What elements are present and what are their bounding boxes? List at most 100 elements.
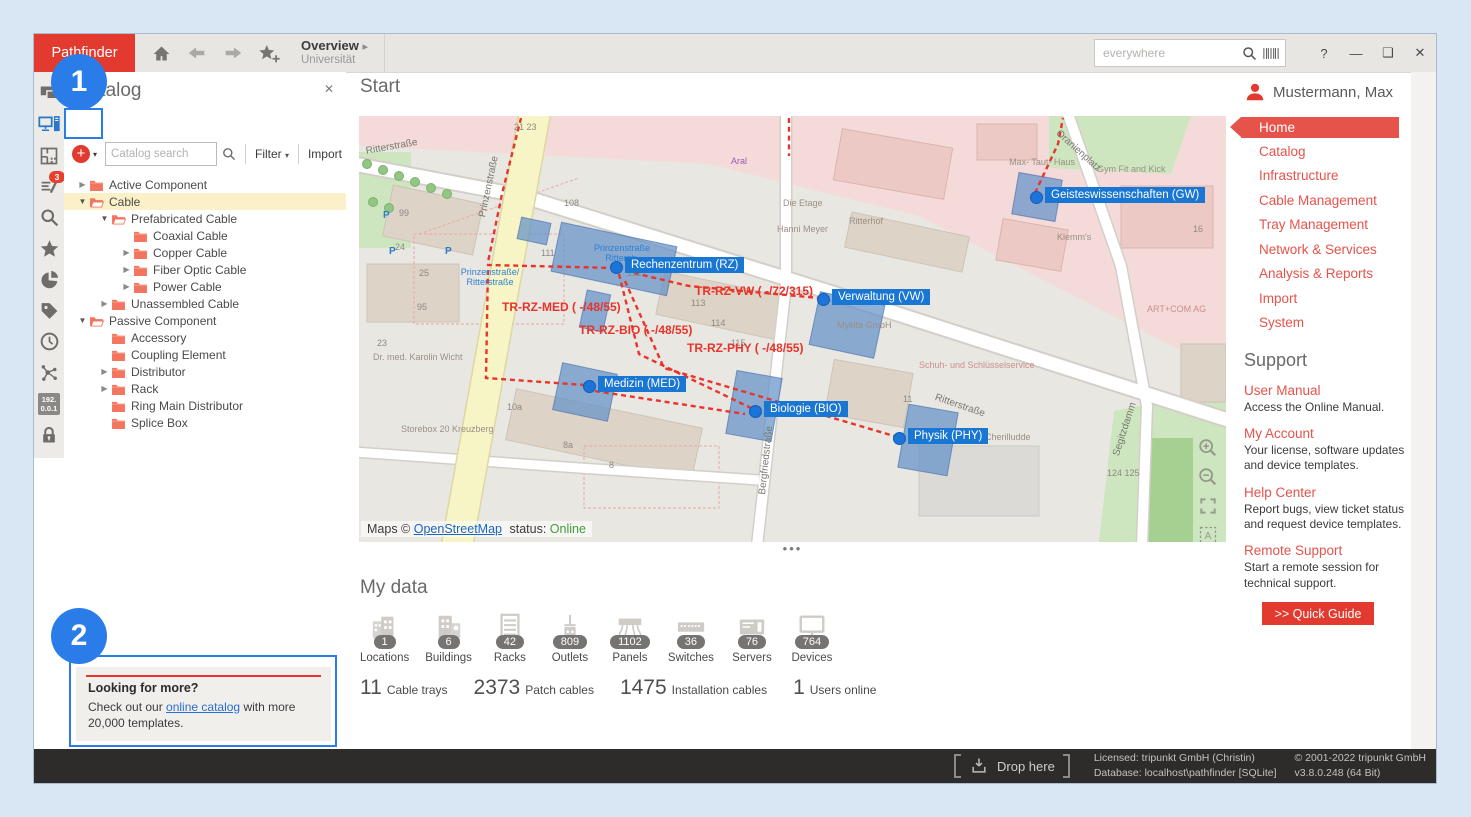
sidebar-item-cable-management[interactable]: Cable Management	[1241, 189, 1411, 214]
building-marker-label[interactable]: Verwaltung (VW)	[832, 289, 930, 305]
catalog-search-input[interactable]	[105, 142, 217, 166]
rail-floorplan-icon[interactable]	[34, 140, 64, 171]
counter-buildings: 6Buildings	[425, 612, 472, 664]
sidebar-item-tray-management[interactable]: Tray Management	[1241, 213, 1411, 238]
openstreetmap-link[interactable]: OpenStreetMap	[414, 522, 502, 536]
building-marker-label[interactable]: Rechenzentrum (RZ)	[625, 257, 744, 273]
support-link[interactable]: My Account	[1244, 426, 1411, 441]
collapsed-arrow-icon[interactable]: ▶	[120, 265, 133, 274]
folder-icon	[111, 298, 126, 310]
drop-zone[interactable]: Drop here	[954, 754, 1070, 778]
counter-label: Devices	[791, 652, 832, 664]
filter-button[interactable]: Filter ▾	[251, 147, 293, 161]
zoom-out-icon[interactable]	[1196, 465, 1220, 489]
restore-button[interactable]: ❏	[1372, 34, 1404, 72]
collapsed-arrow-icon[interactable]: ▶	[76, 180, 89, 189]
cable-route-label: TR-RZ-BIO ( -/48/55)	[579, 323, 692, 337]
rail-clock-icon[interactable]	[34, 326, 64, 357]
sidebar-item-network-services[interactable]: Network & Services	[1241, 238, 1411, 263]
collapsed-arrow-icon[interactable]: ▶	[98, 367, 111, 376]
chevron-down-icon: ▾	[285, 151, 289, 160]
tree-item[interactable]: Accessory	[64, 329, 346, 346]
building-marker-label[interactable]: Medizin (MED)	[598, 376, 686, 392]
collapsed-arrow-icon[interactable]: ▶	[120, 248, 133, 257]
global-search-input[interactable]	[1101, 45, 1241, 61]
tree-item[interactable]: Coaxial Cable	[64, 227, 346, 244]
rail-ip-icon[interactable]: 192.0.0.1	[34, 388, 64, 419]
close-button[interactable]: ✕	[1404, 34, 1436, 72]
quick-guide-button[interactable]: >> Quick Guide	[1262, 602, 1374, 625]
tree-item[interactable]: ▶Unassembled Cable	[64, 295, 346, 312]
fullscreen-icon[interactable]	[1196, 494, 1220, 518]
collapsed-arrow-icon[interactable]: ▶	[98, 299, 111, 308]
expanded-arrow-icon[interactable]: ▼	[98, 214, 111, 223]
map-label: 21 23	[514, 122, 537, 132]
rail-topology-icon[interactable]	[34, 357, 64, 388]
minimize-button[interactable]: —	[1340, 34, 1372, 72]
rail-star-icon[interactable]	[34, 233, 64, 264]
sidebar-item-analysis-reports[interactable]: Analysis & Reports	[1241, 262, 1411, 287]
tree-item[interactable]: ▶Rack	[64, 380, 346, 397]
zoom-in-icon[interactable]	[1196, 436, 1220, 460]
map-label: 99	[399, 208, 409, 218]
forward-arrow-icon[interactable]	[215, 34, 251, 72]
tree-item-label: Distributor	[131, 365, 186, 379]
rail-devices-icon[interactable]	[34, 109, 64, 140]
map-view[interactable]: PrinzenstraßeRitterstraßeRitterstraßeOra…	[359, 116, 1226, 542]
catalog-close-icon[interactable]: ✕	[324, 82, 334, 96]
map-label: Ritterhof	[849, 216, 883, 226]
collapsed-arrow-icon[interactable]: ▶	[120, 282, 133, 291]
tree-item[interactable]: ▼Cable	[64, 193, 346, 210]
building-marker-label[interactable]: Geisteswissenschaften (GW)	[1045, 187, 1205, 203]
rail-tools-icon[interactable]: 3	[34, 171, 64, 202]
expanded-arrow-icon[interactable]: ▼	[76, 197, 89, 206]
tree-item[interactable]: Coupling Element	[64, 346, 346, 363]
breadcrumb[interactable]: Overview ▸ Universität	[301, 39, 384, 67]
support-desc: Start a remote session for technical sup…	[1244, 560, 1406, 591]
map-label: Max- Taut- Haus	[1007, 158, 1077, 168]
catalog-toolbar: + ▾ Filter ▾ Import	[64, 140, 346, 168]
sidebar-item-system[interactable]: System	[1241, 311, 1411, 336]
catalog-add-button[interactable]: + ▾	[70, 143, 99, 165]
user-row[interactable]: Mustermann, Max	[1241, 80, 1411, 104]
tree-item[interactable]: ▼Passive Component	[64, 312, 346, 329]
expanded-arrow-icon[interactable]: ▼	[76, 316, 89, 325]
sidebar-item-home[interactable]: Home	[1241, 117, 1399, 138]
panel-splitter-handle[interactable]: •••	[359, 544, 1226, 554]
support-link[interactable]: Help Center	[1244, 485, 1411, 500]
barcode-icon[interactable]	[1263, 46, 1279, 61]
rail-pie-chart-icon[interactable]	[34, 264, 64, 295]
help-button[interactable]: ?	[1308, 34, 1340, 72]
tree-item[interactable]: ▶Fiber Optic Cable	[64, 261, 346, 278]
catalog-search-icon[interactable]	[217, 142, 240, 166]
rail-tag-icon[interactable]	[34, 295, 64, 326]
counter-devices: 764Devices	[790, 612, 834, 664]
building-marker-label[interactable]: Biologie (BIO)	[764, 401, 848, 417]
sidebar-item-catalog[interactable]: Catalog	[1241, 140, 1411, 165]
tree-item[interactable]: Ring Main Distributor	[64, 397, 346, 414]
tree-item-label: Coupling Element	[131, 348, 226, 362]
counter-label: Racks	[494, 652, 526, 664]
import-button[interactable]: Import	[304, 147, 346, 161]
tree-item[interactable]: ▶Power Cable	[64, 278, 346, 295]
tree-item[interactable]: ▶Copper Cable	[64, 244, 346, 261]
search-icon[interactable]	[1241, 45, 1258, 62]
auto-label-icon[interactable]: A	[1196, 523, 1220, 542]
tree-item[interactable]: ▶Active Component	[64, 176, 346, 193]
support-link[interactable]: User Manual	[1244, 383, 1411, 398]
annotation-box-1	[64, 108, 103, 139]
tree-item[interactable]: ▶ Distributor	[64, 363, 346, 380]
building-marker-label[interactable]: Physik (PHY)	[908, 428, 988, 444]
back-arrow-icon[interactable]	[179, 34, 215, 72]
rail-lock-icon[interactable]	[34, 419, 64, 450]
collapsed-arrow-icon[interactable]: ▶	[98, 384, 111, 393]
support-link[interactable]: Remote Support	[1244, 543, 1411, 558]
tree-item[interactable]: Splice Box	[64, 414, 346, 431]
sidebar-item-import[interactable]: Import	[1241, 287, 1411, 312]
sidebar-item-infrastructure[interactable]: Infrastructure	[1241, 164, 1411, 189]
add-favorite-icon[interactable]	[251, 34, 287, 72]
home-icon[interactable]	[143, 34, 179, 72]
folder-icon	[133, 281, 148, 293]
rail-search-icon[interactable]	[34, 202, 64, 233]
tree-item[interactable]: ▼Prefabricated Cable	[64, 210, 346, 227]
